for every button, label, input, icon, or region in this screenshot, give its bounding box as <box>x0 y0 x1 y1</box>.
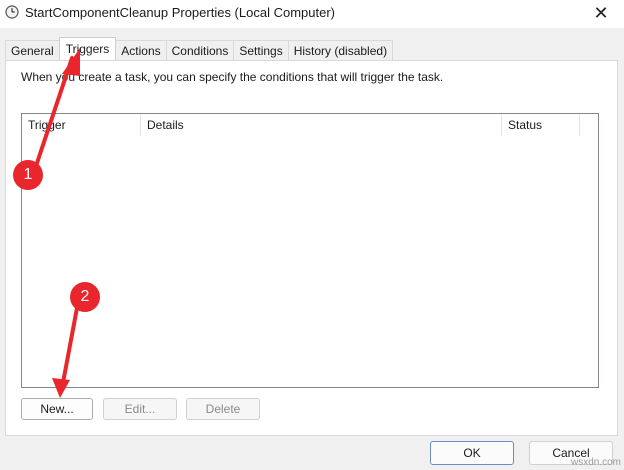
tab-history[interactable]: History (disabled) <box>287 40 394 60</box>
tab-conditions[interactable]: Conditions <box>165 40 235 60</box>
new-trigger-button[interactable]: New... <box>21 398 93 420</box>
tab-general[interactable]: General <box>5 40 60 60</box>
column-header-status[interactable]: Status <box>502 114 580 136</box>
column-header-details[interactable]: Details <box>141 114 502 136</box>
annotation-badge-2: 2 <box>70 282 100 312</box>
ok-button[interactable]: OK <box>430 441 514 465</box>
close-icon: ✕ <box>593 2 609 23</box>
annotation-badge-1: 1 <box>13 160 43 190</box>
delete-trigger-button[interactable]: Delete <box>186 398 260 420</box>
window-title: StartComponentCleanup Properties (Local … <box>25 5 335 20</box>
triggers-info-text: When you create a task, you can specify … <box>21 70 444 84</box>
close-button[interactable]: ✕ <box>578 0 624 26</box>
clock-gear-icon <box>5 5 19 19</box>
list-header: Trigger Details Status <box>22 114 598 136</box>
tab-settings[interactable]: Settings <box>233 40 289 60</box>
dialog-body: General Triggers Actions Conditions Sett… <box>0 28 624 470</box>
column-header-trigger[interactable]: Trigger <box>22 114 141 136</box>
watermark: wsxdn.com <box>570 457 621 468</box>
triggers-panel: When you create a task, you can specify … <box>5 60 618 436</box>
title-bar: StartComponentCleanup Properties (Local … <box>0 0 624 28</box>
tab-actions[interactable]: Actions <box>115 40 167 60</box>
tab-triggers[interactable]: Triggers <box>58 37 117 60</box>
triggers-list[interactable]: Trigger Details Status <box>21 113 599 388</box>
tab-strip: General Triggers Actions Conditions Sett… <box>5 37 394 60</box>
edit-trigger-button[interactable]: Edit... <box>103 398 177 420</box>
